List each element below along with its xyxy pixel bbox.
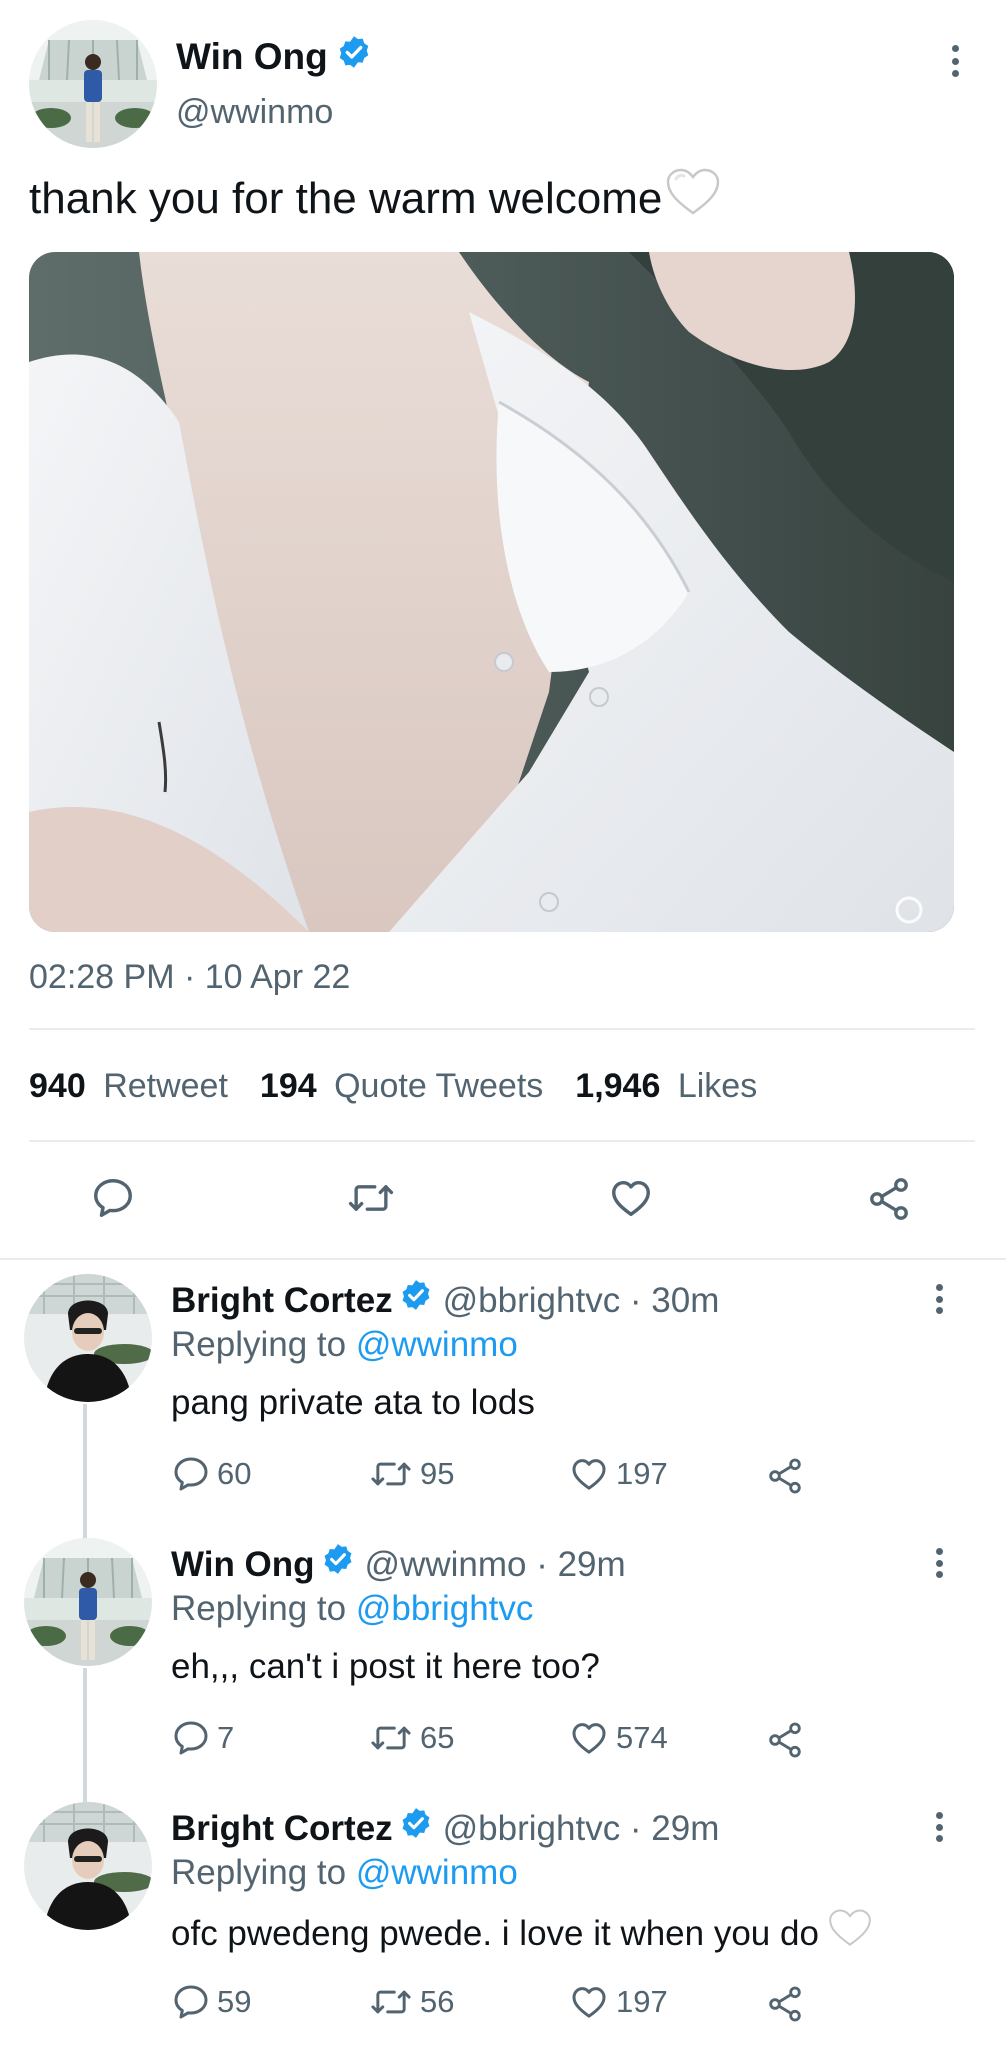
author-name-text[interactable]: Win Ong: [176, 35, 328, 79]
verified-badge-icon: [321, 1542, 355, 1588]
more-options-icon[interactable]: [934, 1284, 944, 1314]
replying-to-handle[interactable]: @wwinmo: [356, 1325, 518, 1364]
like-label: Likes: [677, 1067, 758, 1105]
share-icon: [769, 1458, 801, 1494]
like-icon: [572, 1987, 606, 2018]
like-stat[interactable]: 1,946 Likes: [575, 1064, 757, 1108]
tweet-text-content: thank you for the warm welcome: [29, 174, 663, 223]
quote-label: Quote Tweets: [334, 1067, 544, 1105]
like-action[interactable]: 574: [568, 1718, 668, 1758]
reply-text: pang private ata to lods: [171, 1383, 535, 1422]
verified-badge-icon: [399, 1806, 433, 1852]
reply-author-name[interactable]: Bright Cortez: [171, 1278, 393, 1324]
retweet-label: Retweet: [103, 1067, 228, 1105]
reply-icon: [174, 1721, 208, 1755]
verified-badge-icon: [399, 1278, 433, 1324]
like-count: 574: [616, 1720, 668, 1755]
reply-count: 59: [217, 1984, 252, 2019]
reply-count: 60: [217, 1456, 252, 1491]
replying-to-handle[interactable]: @wwinmo: [356, 1853, 518, 1892]
reply-text: eh,,, can't i post it here too?: [171, 1647, 600, 1686]
reply-button[interactable]: [90, 1175, 136, 1221]
retweet-count: 95: [420, 1456, 455, 1491]
reply-icon: [94, 1179, 132, 1217]
reply-handle-time[interactable]: @wwinmo · 29m: [365, 1542, 626, 1588]
divider: [0, 1258, 1006, 1260]
white-heart-icon: [827, 1908, 873, 1960]
reply-handle-time[interactable]: @bbrightvc · 29m: [443, 1806, 720, 1852]
like-icon: [612, 1180, 650, 1217]
retweet-icon: [371, 1726, 411, 1750]
quote-stat[interactable]: 194 Quote Tweets: [260, 1064, 543, 1108]
divider: [29, 1140, 975, 1142]
author-handle[interactable]: @wwinmo: [176, 92, 333, 132]
white-heart-icon: [664, 167, 722, 231]
share-icon: [870, 1178, 908, 1220]
reply-handle-time[interactable]: @bbrightvc · 30m: [443, 1278, 720, 1324]
replying-to-handle[interactable]: @bbrightvc: [356, 1589, 534, 1628]
thread-line: [83, 1668, 87, 1802]
retweet-action[interactable]: 65: [368, 1718, 454, 1758]
replying-to-label: Replying to: [171, 1325, 347, 1364]
retweet-count: 65: [420, 1720, 455, 1755]
replying-to: Replying to @wwinmo: [171, 1322, 518, 1368]
retweet-action[interactable]: 95: [368, 1454, 454, 1494]
like-count: 197: [616, 1984, 668, 2019]
reply-icon: [174, 1457, 208, 1491]
reply-icon: [174, 1985, 208, 2019]
replying-to: Replying to @wwinmo: [171, 1850, 518, 1896]
reply-author-name[interactable]: Win Ong: [171, 1542, 315, 1588]
share-icon: [769, 1986, 801, 2022]
thread-line: [83, 1404, 87, 1538]
retweet-action[interactable]: 56: [368, 1982, 454, 2022]
like-count: 197: [616, 1456, 668, 1491]
reply-action[interactable]: 59: [171, 1982, 251, 2022]
replying-to-label: Replying to: [171, 1589, 347, 1628]
more-options-icon[interactable]: [934, 1812, 944, 1842]
share-button[interactable]: [765, 1456, 805, 1496]
more-options-icon[interactable]: [934, 1548, 944, 1578]
replying-to: Replying to @bbrightvc: [171, 1586, 533, 1632]
reply-text-content: ofc pwedeng pwede. i love it when you do: [171, 1914, 819, 1953]
reply-action[interactable]: 7: [171, 1718, 234, 1758]
tweet-media-image[interactable]: [29, 252, 954, 932]
like-icon: [572, 1723, 606, 1754]
more-options-icon[interactable]: [950, 45, 960, 77]
retweet-icon: [371, 1462, 411, 1486]
retweet-stat[interactable]: 940 Retweet: [29, 1064, 228, 1108]
reply-author-name[interactable]: Bright Cortez: [171, 1806, 393, 1852]
avatar[interactable]: [29, 20, 157, 148]
like-action[interactable]: 197: [568, 1454, 668, 1494]
retweet-icon: [348, 1185, 394, 1211]
quote-count: 194: [259, 1067, 317, 1105]
share-button[interactable]: [765, 1720, 805, 1760]
share-icon: [769, 1722, 801, 1758]
tweet-text: thank you for the warm welcome: [29, 167, 722, 231]
reply-action[interactable]: 60: [171, 1454, 251, 1494]
retweet-icon: [371, 1990, 411, 2014]
avatar[interactable]: [24, 1538, 152, 1666]
avatar[interactable]: [24, 1802, 152, 1930]
like-action[interactable]: 197: [568, 1982, 668, 2022]
replying-to-label: Replying to: [171, 1853, 347, 1892]
reply-count: 7: [217, 1720, 235, 1755]
like-button[interactable]: [607, 1175, 655, 1221]
retweet-count: 940: [29, 1067, 86, 1105]
reply-header: Win Ong @wwinmo · 29m: [171, 1542, 626, 1588]
reply-header: Bright Cortez @bbrightvc · 29m: [171, 1806, 719, 1852]
tweet-timestamp[interactable]: 02:28 PM · 10 Apr 22: [29, 955, 350, 999]
author-name[interactable]: Win Ong: [176, 34, 372, 80]
divider: [29, 1028, 975, 1030]
share-button[interactable]: [865, 1175, 913, 1223]
verified-badge-icon: [336, 34, 372, 80]
avatar[interactable]: [24, 1274, 152, 1402]
retweet-count: 56: [420, 1984, 455, 2019]
like-icon: [572, 1459, 606, 1490]
tweet-stats: 940 Retweet 194 Quote Tweets 1,946 Likes: [29, 1064, 757, 1108]
reply-text: ofc pwedeng pwede. i love it when you do: [171, 1908, 873, 1960]
reply-header: Bright Cortez @bbrightvc · 30m: [171, 1278, 719, 1324]
like-count: 1,946: [575, 1067, 661, 1105]
share-button[interactable]: [765, 1984, 805, 2024]
retweet-button[interactable]: [345, 1175, 397, 1221]
